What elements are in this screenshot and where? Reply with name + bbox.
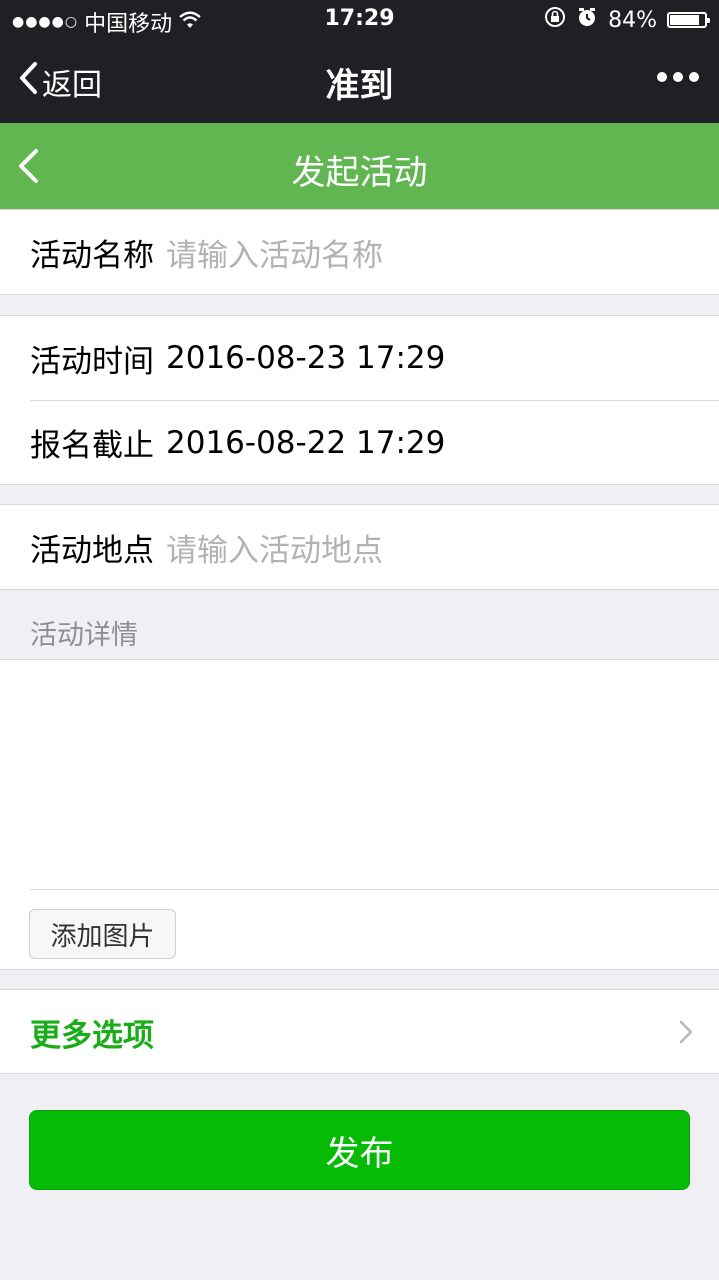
details-textarea[interactable] [0,660,719,889]
activity-name-input[interactable]: 请输入活动名称 [166,230,383,275]
alarm-clock-icon [576,6,598,34]
battery-icon [667,12,710,28]
details-box: 添加图片 [0,659,719,970]
time-group: 活动时间 2016-08-23 17:29 报名截止 2016-08-22 17… [0,315,719,485]
location-row[interactable]: 活动地点 请输入活动地点 [0,505,719,589]
orientation-lock-icon [544,6,566,34]
nav-bar: 返回 准到 [0,40,719,123]
chevron-right-icon [679,1020,693,1048]
status-bar: ●●●●○ 中国移动 17:29 84% [0,0,719,40]
status-right: 84% [544,6,710,34]
battery-percent: 84% [608,7,657,33]
more-menu-icon[interactable] [657,72,699,82]
name-group: 活动名称 请输入活动名称 [0,209,719,295]
location-input[interactable]: 请输入活动地点 [166,525,383,570]
header-title: 发起活动 [291,153,428,193]
more-options-label: 更多选项 [30,1018,154,1054]
publish-button[interactable]: 发布 [29,1110,690,1190]
location-group: 活动地点 请输入活动地点 [0,504,719,590]
add-image-button[interactable]: 添加图片 [29,909,176,959]
activity-name-row[interactable]: 活动名称 请输入活动名称 [0,210,719,294]
page-title: 准到 [325,66,394,106]
location-label: 活动地点 [30,532,154,569]
form-header: 发起活动 [0,123,719,209]
details-section-label: 活动详情 [30,620,138,651]
deadline-label: 报名截止 [30,428,154,464]
activity-time-value[interactable]: 2016-08-23 17:29 [166,340,445,376]
activity-time-row[interactable]: 活动时间 2016-08-23 17:29 [0,316,719,400]
more-options-row[interactable]: 更多选项 [0,989,719,1074]
activity-name-label: 活动名称 [30,237,154,274]
deadline-value[interactable]: 2016-08-22 17:29 [166,425,445,461]
deadline-row[interactable]: 报名截止 2016-08-22 17:29 [30,400,719,484]
details-divider [30,889,719,890]
activity-time-label: 活动时间 [30,343,154,380]
